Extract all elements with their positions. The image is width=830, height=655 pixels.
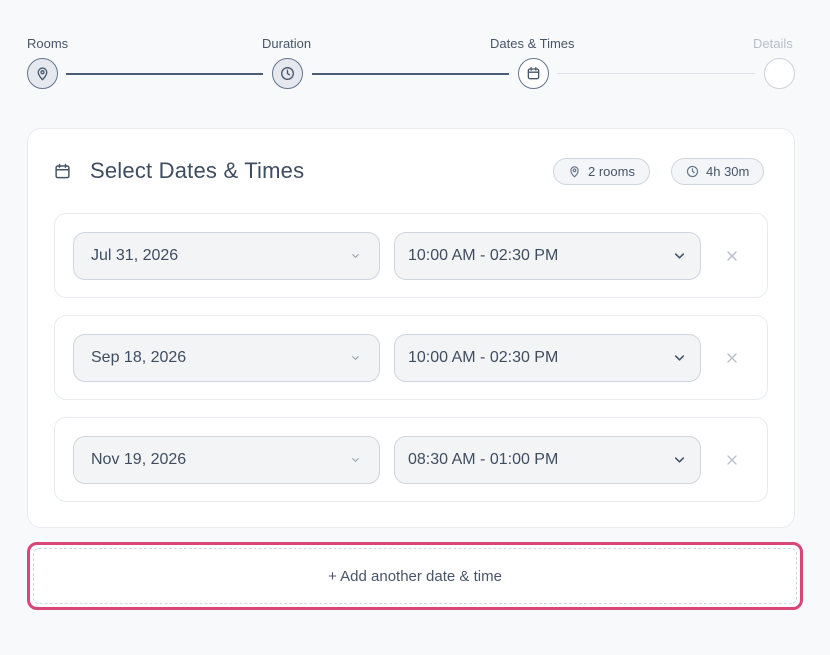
duration-badge: 4h 30m [671,158,765,185]
chevron-down-icon [674,457,685,463]
progress-stepper: Rooms Duration Dates & Times Details [0,0,830,110]
step-label-details: Details [753,36,793,51]
map-pin-icon [37,67,48,81]
step-dates-times[interactable] [518,58,549,89]
clock-icon [686,165,699,178]
date-select[interactable]: Jul 31, 2026 [73,232,380,280]
chevron-down-icon [674,355,685,361]
time-value: 10:00 AM - 02:30 PM [408,247,559,264]
chevron-down-icon [352,356,359,360]
calendar-icon [527,67,540,80]
close-icon [727,251,737,261]
date-time-row: Sep 18, 2026 10:00 AM - 02:30 PM [54,315,768,400]
map-pin-icon [570,166,579,178]
time-select[interactable]: 10:00 AM - 02:30 PM [394,334,701,382]
date-value: Nov 19, 2026 [91,451,187,468]
step-details[interactable] [764,58,795,89]
date-select[interactable]: Nov 19, 2026 [73,436,380,484]
clock-icon [281,67,294,80]
time-select[interactable]: 08:30 AM - 01:00 PM [394,436,701,484]
chevron-down-icon [352,458,359,462]
step-label-rooms: Rooms [27,36,69,51]
step-connector-3 [557,73,755,74]
remove-row-button[interactable] [723,349,741,367]
remove-row-button[interactable] [723,247,741,265]
step-connector-2 [312,73,509,75]
card-title: Select Dates & Times [90,158,305,183]
step-label-dates-times: Dates & Times [490,36,575,51]
step-rooms[interactable] [27,58,58,89]
date-select[interactable]: Sep 18, 2026 [73,334,380,382]
step-duration[interactable] [272,58,303,89]
chevron-down-icon [674,253,685,259]
add-date-time-button[interactable]: + Add another date & time [33,548,797,604]
close-icon [727,353,737,363]
add-date-highlight: + Add another date & time [27,542,803,610]
time-value: 08:30 AM - 01:00 PM [408,451,559,468]
calendar-icon [55,163,70,179]
date-time-row: Jul 31, 2026 10:00 AM - 02:30 PM [54,213,768,298]
remove-row-button[interactable] [723,451,741,469]
step-connector-1 [66,73,263,75]
rooms-count-label: 2 rooms [588,164,635,179]
step-label-duration: Duration [262,36,312,51]
time-value: 10:00 AM - 02:30 PM [408,349,559,366]
chevron-down-icon [352,254,359,258]
date-value: Sep 18, 2026 [91,349,187,366]
date-value: Jul 31, 2026 [91,247,179,264]
date-time-row: Nov 19, 2026 08:30 AM - 01:00 PM [54,417,768,502]
dates-times-card: Select Dates & Times 2 rooms 4h 30m Jul … [27,128,795,528]
time-select[interactable]: 10:00 AM - 02:30 PM [394,232,701,280]
duration-label: 4h 30m [706,164,750,179]
rooms-count-badge: 2 rooms [553,158,650,185]
close-icon [727,455,737,465]
